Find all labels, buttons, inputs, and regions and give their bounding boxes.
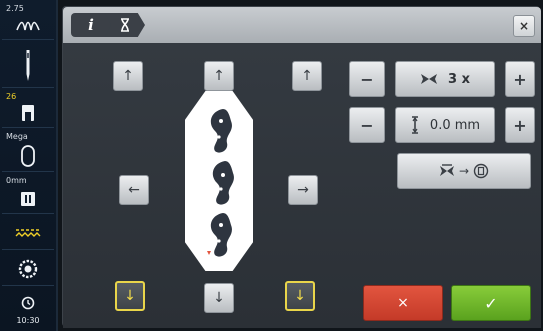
embroidery-preview[interactable] <box>185 91 253 271</box>
sidebar-item-bobbin[interactable] <box>2 252 54 286</box>
hoop-icon <box>21 144 35 167</box>
needle-plate-icon <box>21 191 35 206</box>
sidebar-item-needle[interactable] <box>2 42 54 88</box>
plus-icon: + <box>513 115 527 135</box>
arrow-down-icon: ↓ <box>124 288 136 304</box>
repeat-decrease-button[interactable]: − <box>349 61 385 97</box>
reset-arrow-icon: → <box>458 164 470 178</box>
arrow-up-icon: ↑ <box>301 68 313 84</box>
thread-tension-value: 2.75 <box>6 4 24 13</box>
arrow-right-icon: → <box>297 182 309 198</box>
distance-decrease-button[interactable]: − <box>349 107 385 143</box>
move-down-button[interactable]: ↓ <box>204 283 234 313</box>
sidebar-item-clock[interactable]: 10:30 <box>2 288 54 329</box>
cancel-button[interactable]: × <box>363 285 443 321</box>
arrow-down-icon: ↓ <box>294 288 306 304</box>
distance-field[interactable]: 0.0 mm <box>395 107 495 143</box>
sidebar-item-feed-dog[interactable] <box>2 216 54 250</box>
arrow-up-icon: ↑ <box>213 68 225 84</box>
move-right-button[interactable]: → <box>288 175 318 205</box>
checkmark-icon: ✓ <box>484 293 498 313</box>
sidebar-item-needle-plate[interactable]: 0mm <box>2 174 54 214</box>
paisley-motif-image <box>207 109 234 257</box>
arrow-up-icon: ↑ <box>122 68 134 84</box>
distance-value: 0.0 mm <box>429 117 481 133</box>
close-icon: × <box>518 19 530 33</box>
cancel-icon: × <box>397 295 409 311</box>
hoop-label: Mega <box>6 132 28 141</box>
move-bottom-right-down-button[interactable]: ↓ <box>285 281 315 311</box>
repeat-count-field[interactable]: 3 x <box>395 61 495 97</box>
clock-icon <box>21 296 35 309</box>
thread-tension-icon <box>16 21 40 30</box>
info-icon: i <box>88 16 94 34</box>
plus-icon: + <box>513 69 527 89</box>
presser-foot-number: 26 <box>6 92 17 101</box>
close-button[interactable]: × <box>513 15 535 37</box>
needle-icon <box>26 49 30 81</box>
confirm-button[interactable]: ✓ <box>451 285 531 321</box>
move-bottom-left-down-button[interactable]: ↓ <box>115 281 145 311</box>
repeat-count-value: 3 x <box>448 71 470 87</box>
sidebar-item-thread-tension[interactable]: 2.75 <box>2 2 54 40</box>
presser-foot-icon <box>22 104 34 121</box>
feed-dog-icon <box>15 228 41 237</box>
status-sidebar: 2.75 26 Mega 0mm 10:30 <box>0 0 58 331</box>
minus-icon: − <box>360 69 374 89</box>
repeat-increase-button[interactable]: + <box>505 61 535 97</box>
needle-plate-label: 0mm <box>6 176 27 185</box>
clock-time: 10:30 <box>16 316 40 325</box>
butterfly-icon <box>421 74 438 84</box>
placement-dialog: i × ↑ ↑ ↑ ← → ↓ ↓ ↓ − 3 x + − 0.0 mm + →… <box>62 6 541 328</box>
reset-repeat-button[interactable]: → <box>397 153 531 189</box>
move-up-button[interactable]: ↑ <box>204 61 234 91</box>
hourglass-icon <box>121 18 129 32</box>
bobbin-icon <box>18 259 38 278</box>
sidebar-item-hoop[interactable]: Mega <box>2 130 54 172</box>
move-left-button[interactable]: ← <box>119 175 149 205</box>
dialog-title-bar: i × <box>63 7 541 43</box>
minus-icon: − <box>360 115 374 135</box>
move-top-left-up-button[interactable]: ↑ <box>113 61 143 91</box>
arrow-down-icon: ↓ <box>213 290 225 306</box>
arrow-left-icon: ← <box>128 182 140 198</box>
sidebar-item-presser-foot[interactable]: 26 <box>2 90 54 128</box>
butterfly-repeat-icon <box>439 164 454 176</box>
endless-embroidery-tab[interactable] <box>105 13 145 37</box>
distance-increase-button[interactable]: + <box>505 107 535 143</box>
move-top-right-up-button[interactable]: ↑ <box>292 61 322 91</box>
dialog-content: ↑ ↑ ↑ ← → ↓ ↓ ↓ − 3 x + − 0.0 mm + → × ✓ <box>63 43 541 328</box>
info-tab[interactable]: i <box>71 13 111 37</box>
vertical-distance-icon <box>411 116 418 134</box>
frame-reset-icon <box>473 163 489 179</box>
